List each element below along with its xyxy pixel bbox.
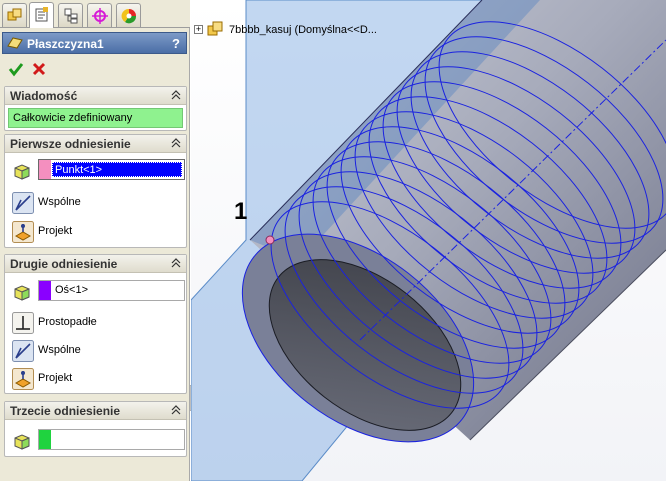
third-reference-label: Trzecie odniesienie [10, 404, 121, 418]
third-reference-selection-box[interactable] [38, 429, 185, 450]
option-label: Wspólne [38, 344, 81, 356]
third-reference-selection-row [5, 429, 186, 453]
message-group: Wiadomość Całkowicie zdefiniowany [4, 86, 187, 131]
configuration-manager-icon [64, 8, 78, 24]
feature-manager-icon [7, 8, 22, 21]
second-reference-color-swatch [39, 281, 51, 300]
manager-tabs [0, 0, 190, 28]
coincident-icon [12, 340, 34, 362]
first-reference-label: Pierwsze odniesienie [10, 137, 131, 151]
second-reference-option-project[interactable]: Projekt [5, 366, 186, 390]
second-reference-selection-box[interactable]: Oś<1> [38, 280, 185, 301]
tab-dimxpert-manager[interactable] [87, 3, 112, 27]
part-icon [207, 21, 223, 36]
first-reference-value: Punkt<1> [55, 164, 103, 176]
tab-property-manager[interactable] [29, 2, 54, 28]
message-header-label: Wiadomość [10, 89, 78, 103]
message-group-header[interactable]: Wiadomość [5, 87, 186, 105]
project-icon [12, 221, 34, 243]
third-reference-color-swatch [39, 430, 51, 449]
option-label: Prostopadłe [38, 316, 97, 328]
second-reference-header[interactable]: Drugie odniesienie [5, 255, 186, 273]
first-reference-selection-row: Punkt<1> [5, 159, 186, 183]
part-name-label[interactable]: 7bbbb_kasuj (Domyślna<<D... [229, 24, 377, 36]
third-reference-header[interactable]: Trzecie odniesienie [5, 402, 186, 420]
second-reference-selection-row: Oś<1> [5, 280, 186, 304]
ok-check-icon[interactable] [8, 61, 24, 77]
first-reference-header[interactable]: Pierwsze odniesienie [5, 135, 186, 153]
selected-point-marker[interactable] [265, 235, 275, 245]
collapse-chevron-icon[interactable] [171, 405, 181, 415]
second-reference-option-perpendicular[interactable]: Prostopadłe [5, 310, 186, 334]
coincident-icon [12, 192, 34, 214]
first-reference-selection-box[interactable]: Punkt<1> [38, 159, 185, 180]
plane-icon [7, 37, 23, 49]
selection-cube-icon [14, 434, 30, 450]
callout-number: 1 [234, 198, 248, 225]
second-reference-option-coincident[interactable]: Wspólne [5, 338, 186, 362]
graphics-viewport[interactable] [191, 0, 666, 481]
perpendicular-icon [12, 312, 34, 334]
tab-feature-manager[interactable] [2, 3, 27, 27]
dimxpert-manager-icon [92, 8, 108, 24]
feature-title: Płaszczyzna1 [27, 37, 104, 51]
second-reference-group: Drugie odniesienie Oś<1> Prostopadłe Wsp… [4, 254, 187, 394]
collapse-chevron-icon[interactable] [171, 138, 181, 148]
selection-cube-icon [14, 285, 30, 301]
second-reference-value: Oś<1> [55, 284, 89, 296]
collapse-chevron-icon[interactable] [171, 258, 181, 268]
help-button[interactable]: ? [172, 36, 180, 51]
option-label: Wspólne [38, 196, 81, 208]
first-reference-option-coincident[interactable]: Wspólne [5, 190, 186, 214]
first-reference-group: Pierwsze odniesienie Punkt<1> Wspólne Pr… [4, 134, 187, 248]
cancel-x-icon[interactable] [31, 61, 47, 77]
first-reference-option-project[interactable]: Projekt [5, 219, 186, 243]
selection-cube-icon [14, 164, 30, 180]
tab-configuration-manager[interactable] [58, 3, 83, 27]
property-manager-icon [35, 7, 48, 22]
first-reference-color-swatch [39, 160, 51, 179]
tab-display-manager[interactable] [116, 3, 141, 27]
project-icon [12, 368, 34, 390]
status-message: Całkowicie zdefiniowany [8, 108, 183, 128]
feature-title-bar: Płaszczyzna1 ? [2, 32, 187, 54]
tree-expand-toggle[interactable]: + [194, 25, 203, 34]
option-label: Projekt [38, 372, 73, 384]
second-reference-label: Drugie odniesienie [10, 257, 118, 271]
third-reference-group: Trzecie odniesienie [4, 401, 187, 457]
option-label: Projekt [38, 225, 73, 237]
collapse-chevron-icon[interactable] [171, 90, 181, 100]
display-manager-icon [121, 8, 137, 24]
property-manager: Płaszczyzna1 ? Wiadomość Całkowicie zdef… [0, 0, 190, 481]
